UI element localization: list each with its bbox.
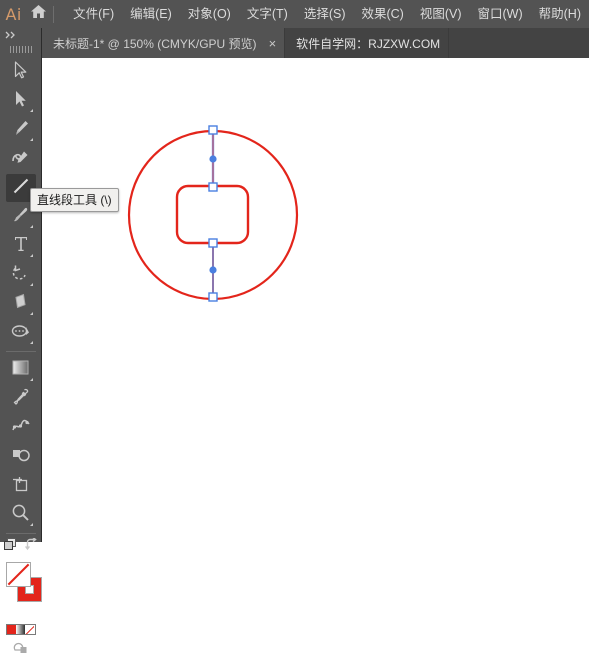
tool-zoom[interactable] (6, 501, 36, 529)
midpoint-handle-lower[interactable] (209, 266, 217, 274)
tool-selection[interactable] (6, 58, 36, 86)
drag-handle-icon (9, 45, 32, 53)
tab-watermark[interactable]: 软件自学网：RJZXW.COM (285, 28, 450, 58)
eyedropper-icon (12, 388, 30, 411)
fill-swatch[interactable] (5, 562, 31, 587)
tab-label: 软件自学网：RJZXW.COM (296, 36, 441, 51)
home-button[interactable] (27, 0, 50, 28)
shape-rounded-rectangle[interactable] (175, 184, 250, 245)
tool-lasso[interactable] (6, 319, 36, 347)
flyout-indicator-icon (29, 312, 33, 315)
document-tab-bar: 未标题-1* @ 150% (CMYK/GPU 预览) × 软件自学网：RJZX… (0, 28, 589, 58)
no-fill-slash-icon (7, 563, 29, 586)
menu-item-file[interactable]: 文件(F) (65, 0, 122, 28)
tool-pen[interactable] (6, 116, 36, 144)
swatch-gradient[interactable] (15, 625, 26, 634)
tool-eyedropper[interactable] (6, 385, 36, 413)
flyout-indicator-icon (29, 341, 33, 344)
anchor-point-1[interactable] (208, 125, 218, 135)
app-logo: Ai (0, 0, 27, 28)
color-mode-swatches (5, 624, 36, 635)
fill-stroke-swatches (0, 556, 42, 622)
anchor-point-3[interactable] (208, 238, 218, 248)
rotate-icon (11, 264, 30, 287)
tool-group-divider (5, 351, 36, 352)
eraser-icon (11, 293, 30, 315)
menu-item-object[interactable]: 对象(O) (180, 0, 239, 28)
lasso-icon (11, 323, 31, 344)
app-logo-text: Ai (5, 4, 22, 24)
curvature-icon (11, 148, 30, 171)
shape-builder-icon (11, 447, 31, 468)
magnifier-icon (11, 503, 30, 527)
menubar-divider (53, 5, 55, 23)
tool-shape-builder[interactable] (6, 443, 36, 471)
tool-type[interactable] (6, 232, 36, 260)
tool-curvature[interactable] (6, 145, 36, 173)
anchor-point-2[interactable] (208, 182, 218, 192)
flyout-indicator-icon (29, 254, 33, 257)
panel-collapse-button[interactable] (0, 28, 41, 42)
home-icon (30, 4, 47, 24)
swap-fill-stroke-icon[interactable] (25, 537, 38, 556)
edit-toolbar-icon[interactable] (3, 537, 19, 557)
flyout-indicator-icon (29, 225, 33, 228)
arrow-outline-icon (14, 60, 27, 84)
tool-group-divider-2 (5, 533, 36, 534)
menu-item-select[interactable]: 选择(S) (296, 0, 354, 28)
menu-item-type[interactable]: 文字(T) (239, 0, 296, 28)
swatch-none[interactable] (25, 625, 35, 634)
flyout-indicator-icon (29, 283, 33, 286)
line-icon (12, 177, 30, 200)
flyout-indicator-icon (29, 138, 33, 141)
menu-bar: Ai 文件(F) 编辑(E) 对象(O) 文字(T) 选择(S) 效果(C) 视… (0, 0, 589, 28)
menu-item-window[interactable]: 窗口(W) (470, 0, 531, 28)
flyout-indicator-icon (29, 109, 33, 112)
tools-panel (0, 28, 42, 653)
tool-artboard[interactable] (6, 472, 36, 500)
anchor-point-4[interactable] (208, 292, 218, 302)
blend-icon (11, 418, 31, 439)
paintbrush-icon (12, 206, 30, 229)
tab-document-active[interactable]: 未标题-1* @ 150% (CMYK/GPU 预览) × (42, 28, 286, 58)
tool-eraser[interactable] (6, 290, 36, 318)
double-chevron-right-icon (5, 31, 15, 39)
tabbar-filler (449, 28, 589, 58)
menu-item-effect[interactable]: 效果(C) (353, 0, 411, 28)
tab-label: 未标题-1* @ 150% (CMYK/GPU 预览) (53, 36, 257, 51)
flyout-indicator-icon (29, 378, 33, 381)
illustrator-window: Ai 文件(F) 编辑(E) 对象(O) 文字(T) 选择(S) 效果(C) 视… (0, 0, 589, 653)
type-icon (13, 235, 29, 258)
canvas-artwork (127, 125, 299, 302)
menu-item-view[interactable]: 视图(V) (412, 0, 470, 28)
gradient-icon (11, 359, 30, 381)
midpoint-handle-upper[interactable] (209, 155, 217, 163)
artboard-icon (11, 475, 30, 498)
toolbar-edit-row (0, 537, 42, 557)
screen-mode-button[interactable] (13, 641, 29, 660)
swatch-color[interactable] (6, 625, 16, 634)
panel-drag-handle[interactable] (0, 42, 41, 56)
tool-gradient[interactable] (6, 356, 36, 384)
tool-rotate[interactable] (6, 261, 36, 289)
menu-item-edit[interactable]: 编辑(E) (122, 0, 180, 28)
pen-icon (12, 119, 30, 142)
tool-direct-selection[interactable] (6, 87, 36, 115)
tool-list (0, 56, 42, 660)
tool-blend[interactable] (6, 414, 36, 442)
tooltip-text: 直线段工具 (\) (37, 193, 112, 207)
screen-mode-icon (13, 641, 29, 660)
close-icon[interactable]: × (269, 37, 277, 50)
menu-item-help[interactable]: 帮助(H) (531, 0, 589, 28)
flyout-indicator-icon (29, 523, 33, 526)
arrow-filled-icon (14, 90, 27, 113)
artboard-canvas[interactable] (42, 58, 589, 542)
tool-tooltip: 直线段工具 (\) (30, 188, 119, 212)
menu-item-list: 文件(F) 编辑(E) 对象(O) 文字(T) 选择(S) 效果(C) 视图(V… (65, 0, 589, 28)
